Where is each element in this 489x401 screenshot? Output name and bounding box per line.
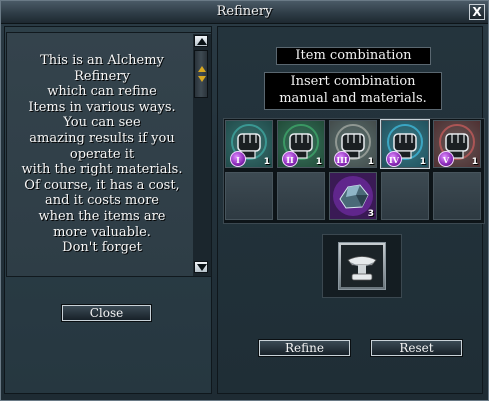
material-slot[interactable]: II 1 (277, 120, 325, 168)
grade-badge: V (438, 151, 454, 167)
description-line: and it costs more (45, 193, 159, 209)
instruction-line-2: manual and materials. (279, 91, 427, 106)
description-line: Don't forget (62, 240, 142, 256)
result-slot[interactable] (338, 242, 386, 290)
refine-button[interactable]: Refine (259, 340, 350, 356)
material-slot[interactable]: V1 (433, 120, 481, 168)
title-bar[interactable]: Refinery X (1, 1, 488, 24)
description-line: Refinery (74, 68, 130, 84)
item-quantity: 1 (471, 157, 478, 167)
description-box: This is an Alchemy Refinery which can refi… (6, 32, 212, 277)
instruction-line-1: Insert combination (290, 74, 416, 89)
scroll-thumb[interactable] (194, 50, 208, 98)
description-line: operate it (69, 146, 135, 162)
result-frame (322, 234, 402, 298)
item-quantity: 1 (263, 157, 270, 167)
material-slot[interactable]: IV 1 (380, 119, 430, 169)
combination-heading-text: Item combination (295, 48, 412, 63)
description-line: amazing results if you (29, 130, 175, 146)
description-line: with the right materials. (21, 162, 183, 178)
description-line: You can see (63, 115, 141, 131)
description-line: This is an Alchemy (40, 53, 164, 68)
arrow-up-icon (197, 38, 207, 45)
item-quantity: 1 (419, 157, 426, 167)
combination-instruction: Insert combination manual and materials. (264, 72, 442, 110)
combination-heading: Item combination (276, 47, 431, 65)
description-line: which can refine (47, 84, 157, 100)
item-quantity: 3 (367, 209, 374, 219)
material-slot[interactable] (277, 172, 325, 220)
close-window-icon[interactable]: X (469, 4, 485, 20)
grade-badge: I (230, 151, 246, 167)
description-line: more valuable. (53, 224, 151, 240)
material-slot[interactable] (433, 172, 481, 220)
description-line: Items in various ways. (28, 99, 176, 115)
grade-badge: III (334, 151, 350, 167)
reset-button[interactable]: Reset (371, 340, 462, 356)
material-slot[interactable]: 3 (329, 172, 377, 220)
window-title: Refinery (216, 4, 273, 19)
description-text: This is an Alchemy Refinery which can refi… (13, 53, 191, 256)
material-slot[interactable]: III 1 (329, 120, 377, 168)
material-slot[interactable] (225, 172, 273, 220)
anvil-icon (341, 245, 383, 287)
material-slot[interactable] (381, 172, 429, 220)
item-quantity: 1 (315, 157, 322, 167)
grip-arrows-icon (198, 66, 206, 82)
material-slot[interactable]: I1 (225, 120, 273, 168)
description-line: when the items are (38, 208, 166, 224)
arrow-down-icon (197, 264, 207, 271)
description-line: Of course, it has a cost, (24, 177, 180, 193)
grade-badge: II (282, 151, 298, 167)
grade-badge: IV (386, 151, 402, 167)
item-quantity: 1 (367, 157, 374, 167)
scroll-up-button[interactable] (194, 35, 208, 47)
scroll-down-button[interactable] (194, 261, 208, 273)
close-button[interactable]: Close (62, 305, 151, 321)
